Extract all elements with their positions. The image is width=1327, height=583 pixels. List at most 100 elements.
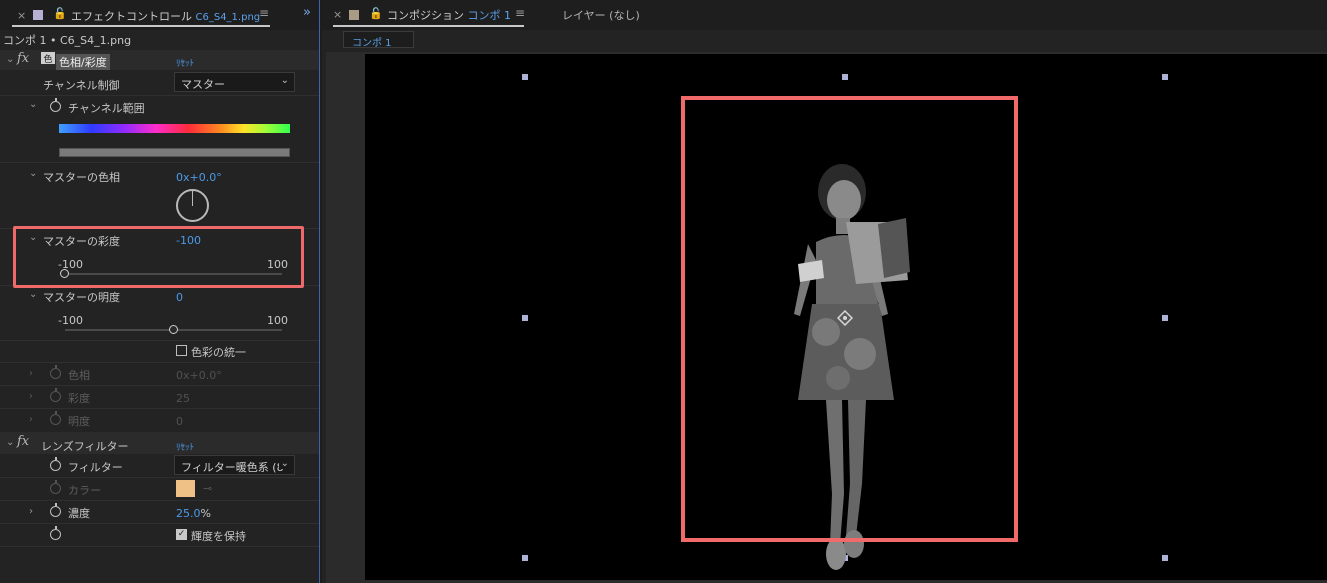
chevron-right-icon[interactable]: › [29,414,33,425]
highlight-box-figure [681,96,1018,542]
effect-badge-icon: 色 [41,52,55,65]
effect-header-lens-filter[interactable]: ⌄ fx レンズフィルター ﾘｾｯﾄ [0,432,319,454]
composition-tabbar: × 🔓 コンポジション コンポ 1 ≡ レイヤー (なし) [322,0,1327,30]
master-lightness-slider-handle[interactable] [168,325,178,334]
stopwatch-icon[interactable] [50,526,61,540]
tab-comp-label: コンポ 1 [467,9,512,22]
density-number: 25.0 [176,507,201,520]
active-tab-underline [333,25,524,27]
filter-color-swatch[interactable] [176,480,195,497]
comp-navigator-chip[interactable]: コンポ 1 [343,31,414,49]
channel-control-select[interactable]: マスター ⌄ [174,72,295,92]
chevron-down-icon[interactable]: ⌄ [29,168,37,179]
reset-link[interactable]: ﾘｾｯﾄ [176,440,194,453]
hue-label: 色相 [68,369,90,382]
chevron-down-icon: ⌄ [280,75,289,86]
stopwatch-icon[interactable] [50,503,61,517]
effect-controls-tab[interactable]: エフェクトコントロール C6_S4_1.png [71,8,260,24]
tab-title-label: コンポジション [387,9,464,22]
transform-handle[interactable] [522,74,528,80]
slider-max-label: 100 [267,314,288,327]
lightness-label: 明度 [68,415,90,428]
close-tab-icon[interactable]: × [17,9,26,22]
colorize-checkbox[interactable] [176,345,187,356]
stopwatch-icon[interactable] [50,411,61,425]
transform-handle[interactable] [522,555,528,561]
expand-panels-icon[interactable]: » [303,5,311,20]
transform-handle[interactable] [1162,555,1168,561]
transform-handle[interactable] [522,315,528,321]
fx-icon[interactable]: fx [17,51,29,66]
master-hue-dial[interactable] [176,189,209,222]
divider [0,500,319,501]
close-tab-icon[interactable]: × [333,8,342,21]
channel-control-label: チャンネル制御 [43,79,120,92]
highlight-box-saturation [13,226,304,288]
layer-panel-tab[interactable]: レイヤー (なし) [562,7,640,23]
master-lightness-value[interactable]: 0 [176,291,183,304]
channel-control-value: マスター [181,78,225,91]
stopwatch-icon[interactable] [50,365,61,379]
master-hue-value[interactable]: 0x+0.0° [176,171,222,184]
transform-handle[interactable] [1162,74,1168,80]
tab-file-label: C6_S4_1.png [195,12,261,23]
chevron-down-icon[interactable]: ⌄ [29,99,37,110]
divider [0,477,319,478]
transform-handle[interactable] [1162,315,1168,321]
divider [0,95,319,96]
lock-icon[interactable]: 🔓 [369,7,383,20]
chevron-down-icon[interactable]: ⌄ [6,437,14,448]
master-lightness-label: マスターの明度 [43,291,120,304]
effect-controls-tabbar: × 🔓 エフェクトコントロール C6_S4_1.png ≡ » [0,0,319,30]
slider-min-label: -100 [58,314,83,327]
chevron-right-icon[interactable]: › [29,368,33,379]
chevron-right-icon[interactable]: › [29,391,33,402]
colorize-label: 色彩の統一 [191,346,246,359]
active-tab-underline [12,25,270,27]
channel-range-output-bar[interactable] [59,148,290,157]
channel-range-label: チャンネル範囲 [68,102,145,115]
effect-header-hue-sat[interactable]: ⌄ fx 色 色相/彩度 ﾘｾｯﾄ [0,50,319,70]
panel-menu-icon[interactable]: ≡ [259,6,269,20]
composition-tab[interactable]: コンポジション コンポ 1 [387,7,511,23]
divider [0,362,319,363]
color-label: カラー [68,484,101,497]
label-color-swatch [349,10,359,20]
saturation-value[interactable]: 25 [176,392,190,405]
effect-name[interactable]: 色相/彩度 [56,54,110,70]
fx-icon[interactable]: fx [17,434,29,449]
chevron-down-icon[interactable]: ⌄ [6,54,14,65]
stopwatch-icon[interactable] [50,457,61,471]
chevron-down-icon[interactable]: ⌄ [29,289,37,300]
divider [0,385,319,386]
divider [0,340,319,341]
effect-name[interactable]: レンズフィルター [41,438,129,454]
eyedropper-icon[interactable]: ⊸ [203,482,212,495]
transform-handle[interactable] [842,74,848,80]
effect-controls-panel: × 🔓 エフェクトコントロール C6_S4_1.png ≡ » コンポ 1 • … [0,0,320,583]
density-value[interactable]: 25.0% [176,507,211,520]
saturation-label: 彩度 [68,392,90,405]
stopwatch-icon[interactable] [50,480,61,494]
preserve-luminosity-checkbox[interactable]: ✓ [176,529,187,540]
filter-select[interactable]: フィルター暖色系 (8 ⌄ [174,455,295,475]
filter-label: フィルター [68,461,123,474]
channel-range-spectrum[interactable] [59,124,290,133]
composition-panel: × 🔓 コンポジション コンポ 1 ≡ レイヤー (なし) コンポ 1 [322,0,1327,583]
hue-value[interactable]: 0x+0.0° [176,369,222,382]
stopwatch-icon[interactable] [50,388,61,402]
label-color-swatch [33,10,43,20]
master-hue-label: マスターの色相 [43,171,120,184]
divider [0,408,319,409]
reset-link[interactable]: ﾘｾｯﾄ [176,56,194,69]
tab-title-label: エフェクトコントロール [71,10,192,23]
lightness-value[interactable]: 0 [176,415,183,428]
filter-value: フィルター暖色系 (8 [181,461,284,474]
chevron-down-icon: ⌄ [278,458,289,469]
chevron-right-icon[interactable]: › [29,506,33,517]
divider [0,546,319,547]
lock-icon[interactable]: 🔓 [53,7,67,20]
stopwatch-icon[interactable] [50,98,61,112]
panel-menu-icon[interactable]: ≡ [515,6,525,20]
density-label: 濃度 [68,507,90,520]
